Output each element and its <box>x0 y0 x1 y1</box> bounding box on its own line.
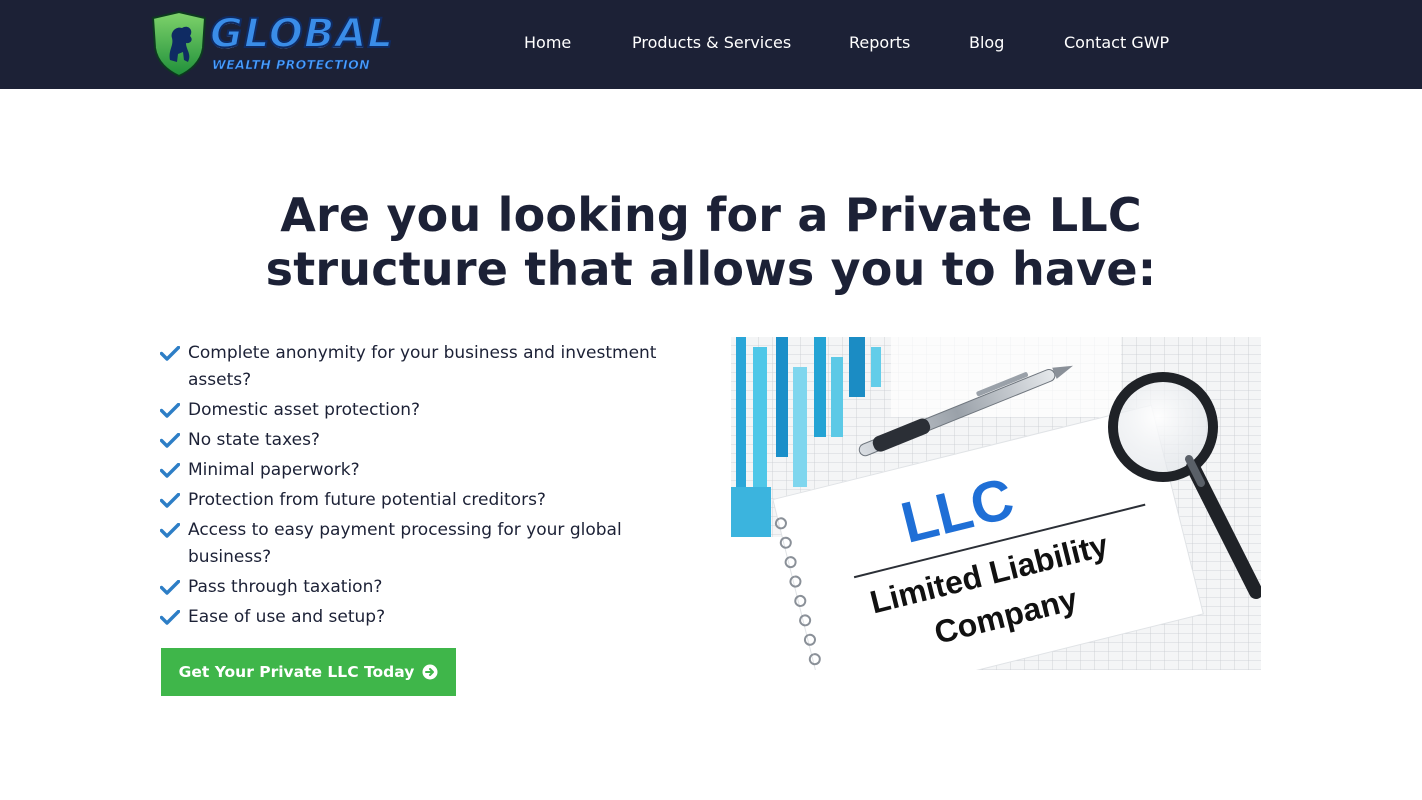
check-icon <box>160 403 180 418</box>
check-icon <box>160 523 180 538</box>
page-title: Are you looking for a Private LLC struct… <box>180 188 1242 296</box>
checklist-item: Minimal paperwork? <box>160 457 700 484</box>
nav-reports[interactable]: Reports <box>849 33 910 52</box>
checklist-text: Minimal paperwork? <box>188 460 360 480</box>
checklist-text: Ease of use and setup? <box>188 607 386 627</box>
check-icon <box>160 493 180 508</box>
page-title-line-2: structure that allows you to have: <box>265 242 1157 296</box>
checklist-item: Complete anonymity for your business and… <box>160 340 700 394</box>
check-icon <box>160 580 180 595</box>
checklist-text: Protection from future potential credito… <box>188 490 546 510</box>
lion-shield-icon <box>151 10 207 78</box>
check-icon <box>160 463 180 478</box>
arrow-circle-right-icon <box>422 664 438 680</box>
site-header: GLOBAL WEALTH PROTECTION Home Products &… <box>0 0 1422 89</box>
llc-photo-illustration: LLC Limited Liability Company <box>731 337 1261 670</box>
checklist-text: No state taxes? <box>188 430 320 450</box>
nav-contact-gwp[interactable]: Contact GWP <box>1064 33 1169 52</box>
check-icon <box>160 433 180 448</box>
site-logo[interactable]: GLOBAL WEALTH PROTECTION <box>150 10 402 78</box>
checklist-item: Domestic asset protection? <box>160 397 700 424</box>
nav-products-services[interactable]: Products & Services <box>632 33 791 52</box>
check-icon <box>160 346 180 361</box>
checklist-text: Pass through taxation? <box>188 577 383 597</box>
benefit-checklist: Complete anonymity for your business and… <box>160 340 700 634</box>
checklist-item: Access to easy payment processing for yo… <box>160 517 700 571</box>
nav-blog[interactable]: Blog <box>969 33 1004 52</box>
page-title-line-1: Are you looking for a Private LLC <box>280 188 1142 242</box>
llc-feature-image: LLC Limited Liability Company <box>731 337 1261 670</box>
logo-subtitle: WEALTH PROTECTION <box>212 57 370 73</box>
checklist-text: Domestic asset protection? <box>188 400 421 420</box>
checklist-text: Complete anonymity for your business and… <box>188 343 657 390</box>
checklist-text: Access to easy payment processing for yo… <box>188 520 622 567</box>
logo-wordmark: GLOBAL <box>209 11 394 57</box>
get-private-llc-button[interactable]: Get Your Private LLC Today <box>161 648 456 696</box>
checklist-item: Ease of use and setup? <box>160 604 700 631</box>
checklist-item: No state taxes? <box>160 427 700 454</box>
nav-home[interactable]: Home <box>524 33 571 52</box>
cta-label: Get Your Private LLC Today <box>178 663 415 681</box>
check-icon <box>160 610 180 625</box>
checklist-item: Pass through taxation? <box>160 574 700 601</box>
checklist-item: Protection from future potential credito… <box>160 487 700 514</box>
